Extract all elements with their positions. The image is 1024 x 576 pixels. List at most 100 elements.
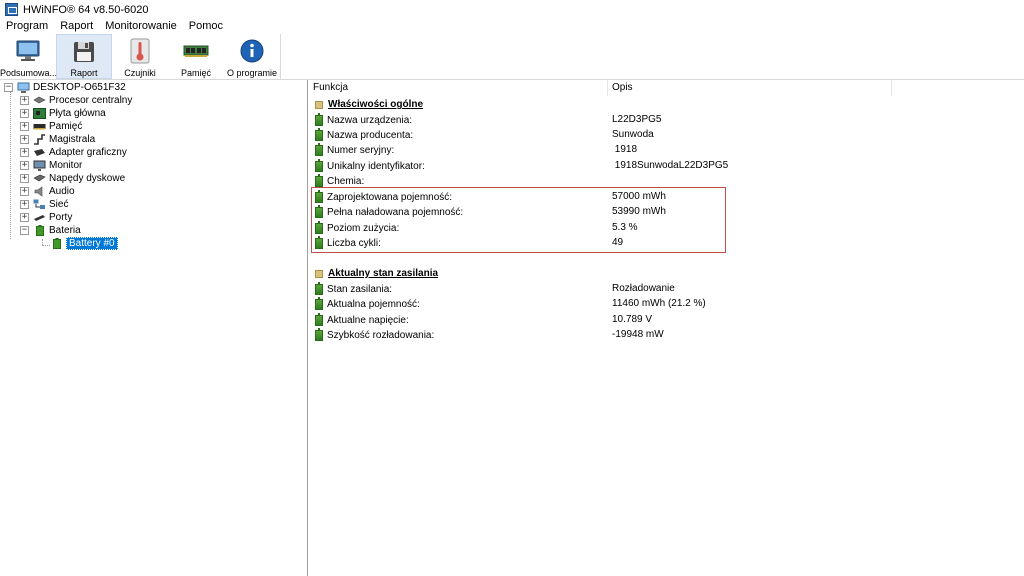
tree-item-motherboard[interactable]: + Płyta główna xyxy=(20,107,106,120)
section-icon xyxy=(315,269,323,278)
property-value: Rozładowanie xyxy=(612,283,675,294)
memory-module-icon xyxy=(183,38,209,64)
memory-button-label: Pamięć xyxy=(180,68,211,78)
computer-icon xyxy=(17,82,30,93)
property-value: Sunwoda xyxy=(612,129,654,140)
collapse-icon[interactable]: − xyxy=(4,83,13,92)
tree-item-monitor[interactable]: + Monitor xyxy=(20,159,82,172)
floppy-disk-icon xyxy=(71,39,97,64)
tree-item-gpu[interactable]: + Adapter graficzny xyxy=(20,146,127,159)
sensors-button[interactable]: Czujniki xyxy=(112,34,168,79)
tree-item-label: Płyta główna xyxy=(49,108,106,119)
hwinfo-app-icon xyxy=(5,3,18,16)
collapse-icon[interactable]: − xyxy=(20,226,29,235)
property-row[interactable]: Szybkość rozładowania: xyxy=(309,328,434,343)
property-label: Aktualne napięcie: xyxy=(327,315,409,326)
property-row[interactable]: Nazwa urządzenia: xyxy=(309,113,412,128)
section-header: Właściwości ogólne xyxy=(309,97,423,112)
tree-item-battery-0[interactable]: Battery #0 xyxy=(50,237,118,250)
battery-icon xyxy=(315,143,323,156)
property-value: 1918 xyxy=(612,144,638,155)
monitor-icon xyxy=(33,160,46,171)
expand-icon[interactable]: + xyxy=(20,213,29,222)
title-bar: HWiNFO® 64 v8.50-6020 xyxy=(0,0,1024,19)
report-button[interactable]: Raport xyxy=(56,34,112,79)
expand-icon[interactable]: + xyxy=(20,122,29,131)
tree-root[interactable]: − DESKTOP-O651F32 xyxy=(4,81,126,94)
menu-bar: Program Raport Monitorowanie Pomoc xyxy=(0,19,1024,34)
battery-icon xyxy=(33,225,46,236)
tree-item-label: Porty xyxy=(49,212,73,223)
tree-item-label: Bateria xyxy=(49,225,81,236)
expand-icon[interactable]: + xyxy=(20,200,29,209)
tree-item-network[interactable]: + Sieć xyxy=(20,198,68,211)
tree-item-cpu[interactable]: + Procesor centralny xyxy=(20,94,132,107)
column-header-description[interactable]: Opis xyxy=(608,80,892,96)
property-row[interactable]: Aktualne napięcie: xyxy=(309,313,409,328)
property-row[interactable]: Nazwa producenta: xyxy=(309,128,413,143)
tree-item-drives[interactable]: + Napędy dyskowe xyxy=(20,172,125,185)
sensors-button-label: Czujniki xyxy=(124,68,156,78)
tree-line xyxy=(10,92,11,239)
property-row[interactable]: Numer seryjny: xyxy=(309,143,394,158)
battery-icon xyxy=(315,128,323,141)
tree-item-bus[interactable]: + Magistrala xyxy=(20,133,95,146)
tree-item-label: Pamięć xyxy=(49,121,83,132)
expand-icon[interactable]: + xyxy=(20,109,29,118)
expand-icon[interactable]: + xyxy=(20,161,29,170)
section-icon xyxy=(315,100,323,109)
battery-icon xyxy=(315,328,323,341)
menu-program[interactable]: Program xyxy=(0,19,54,34)
tree-item-ports[interactable]: + Porty xyxy=(20,211,72,224)
expand-icon[interactable]: + xyxy=(20,174,29,183)
gpu-icon xyxy=(33,147,46,158)
tree-item-label-selected: Battery #0 xyxy=(66,237,118,250)
property-row[interactable]: Stan zasilania: xyxy=(309,282,392,297)
property-label: Numer seryjny: xyxy=(327,145,395,156)
ports-icon xyxy=(33,212,46,223)
tree-item-label: Magistrala xyxy=(49,134,96,145)
battery-icon xyxy=(315,313,323,326)
motherboard-icon xyxy=(33,108,46,119)
expand-icon[interactable]: + xyxy=(20,96,29,105)
tree-item-battery[interactable]: − Bateria xyxy=(20,224,81,237)
about-button[interactable]: O programie xyxy=(224,34,280,79)
thermometer-icon xyxy=(127,38,153,64)
window-title: HWiNFO® 64 v8.50-6020 xyxy=(23,3,149,16)
tree-line xyxy=(42,245,50,246)
section-title: Aktualny stan zasilania xyxy=(328,268,439,279)
battery-icon xyxy=(315,282,323,295)
about-button-label: O programie xyxy=(226,68,278,78)
section-title: Właściwości ogólne xyxy=(328,99,424,110)
menu-monitorowanie[interactable]: Monitorowanie xyxy=(99,19,183,34)
property-label: Stan zasilania: xyxy=(327,284,393,295)
property-row[interactable]: Unikalny identyfikator: xyxy=(309,159,425,174)
property-label: Unikalny identyfikator: xyxy=(327,161,425,172)
summary-button[interactable]: Podsumowa... xyxy=(0,34,56,79)
property-label: Chemia: xyxy=(327,176,365,187)
property-value: L22D3PG5 xyxy=(612,114,662,125)
tree-item-audio[interactable]: + Audio xyxy=(20,185,75,198)
toolbar: Podsumowa... Raport Czujniki Pamięć O pr… xyxy=(0,34,1024,80)
tree-item-label: Audio xyxy=(49,186,75,197)
monitor-icon xyxy=(15,38,41,64)
expand-icon[interactable]: + xyxy=(20,187,29,196)
device-tree-pane[interactable]: − DESKTOP-O651F32 + Procesor centralny +… xyxy=(0,80,308,576)
battery-icon xyxy=(315,174,323,187)
expand-icon[interactable]: + xyxy=(20,135,29,144)
tree-item-label: Procesor centralny xyxy=(49,95,133,106)
column-header-function[interactable]: Funkcja xyxy=(309,80,608,96)
menu-raport[interactable]: Raport xyxy=(54,19,99,34)
memory-button[interactable]: Pamięć xyxy=(168,34,224,79)
property-label: Nazwa urządzenia: xyxy=(327,115,413,126)
info-icon xyxy=(239,38,265,64)
expand-icon[interactable]: + xyxy=(20,148,29,157)
menu-pomoc[interactable]: Pomoc xyxy=(183,19,229,34)
tree-item-memory[interactable]: + Pamięć xyxy=(20,120,82,133)
property-value: -19948 mW xyxy=(612,329,664,340)
property-row[interactable]: Aktualna pojemność: xyxy=(309,297,420,312)
details-pane[interactable]: Funkcja Opis Właściwości ogólne Nazwa ur… xyxy=(309,80,1024,576)
tree-item-label: Sieć xyxy=(49,199,69,210)
report-button-label: Raport xyxy=(70,68,98,78)
property-label: Szybkość rozładowania: xyxy=(327,330,435,341)
